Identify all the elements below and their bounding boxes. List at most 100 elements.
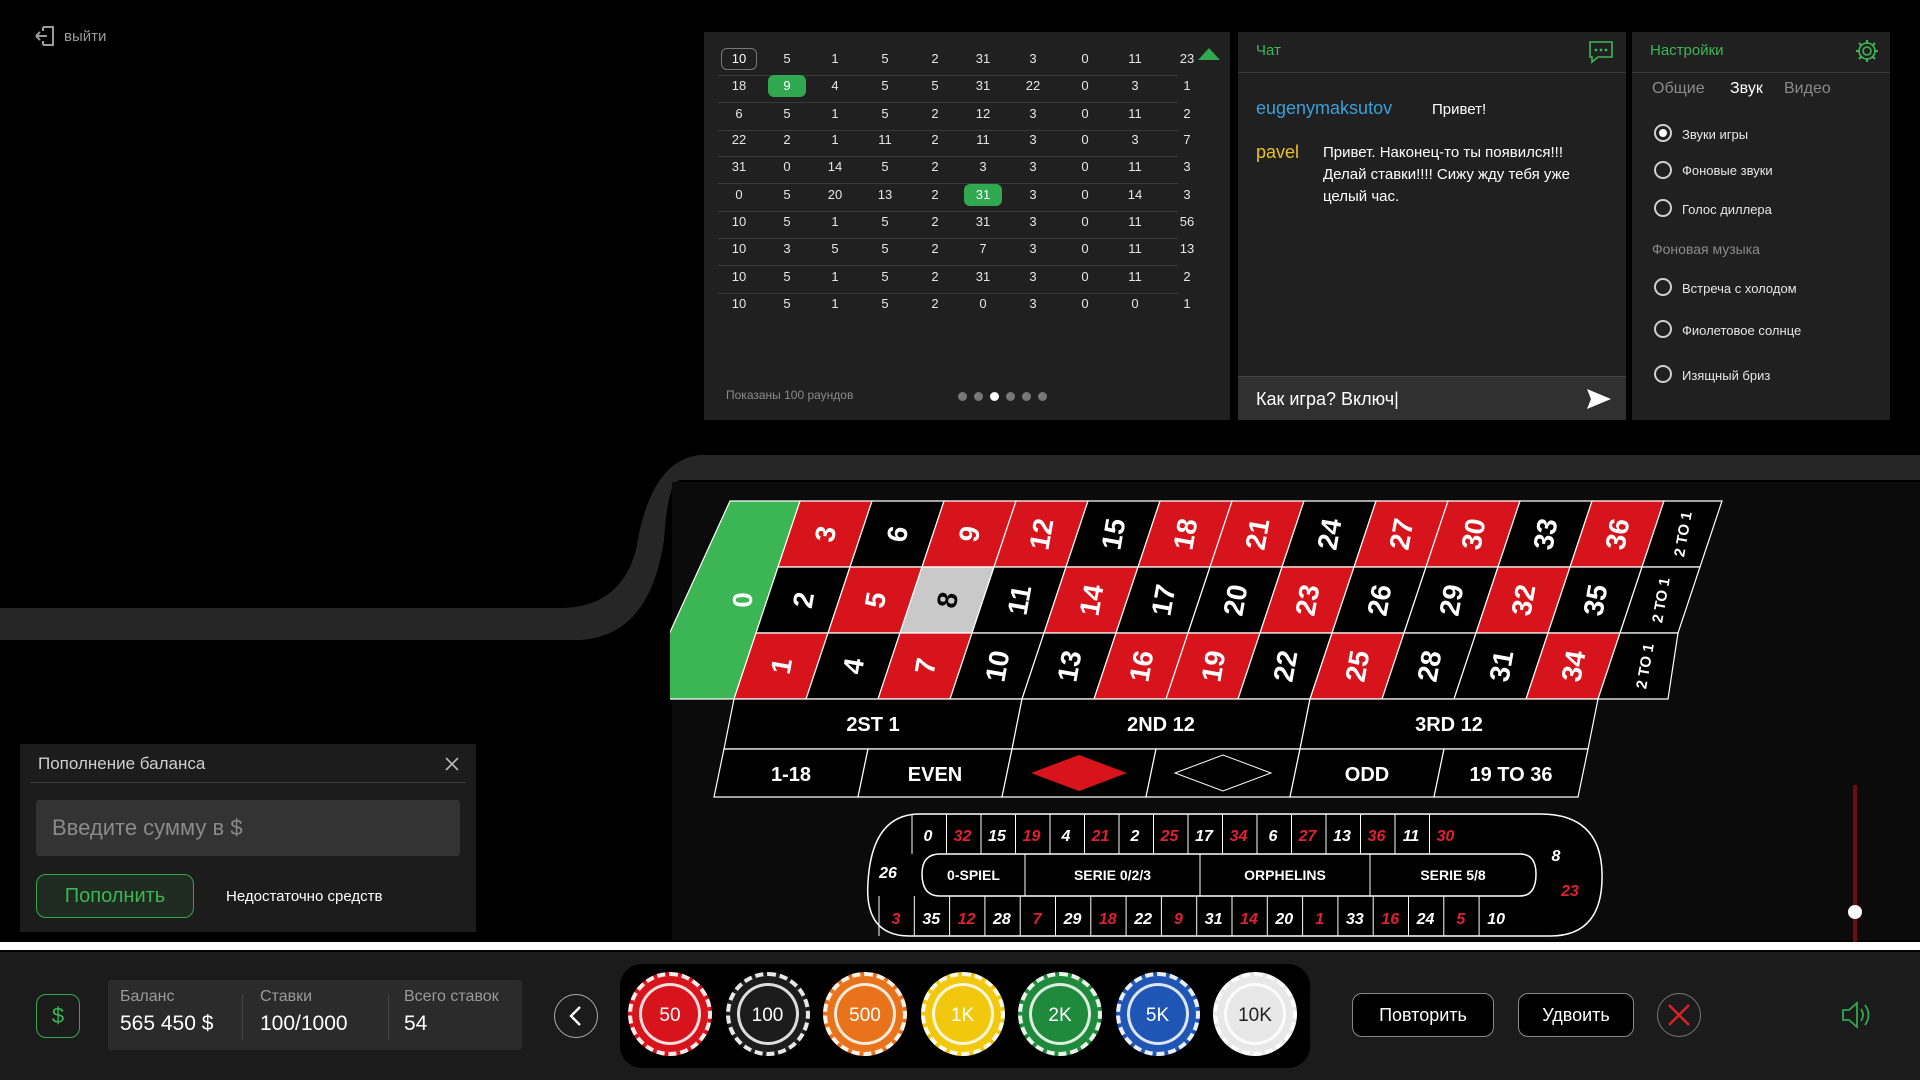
deposit-amount-input[interactable]: Введите сумму в $ [36,800,460,856]
tab-general[interactable]: Общие [1652,80,1705,98]
racetrack-sector[interactable]: SERIE 0/2/3 [1074,867,1151,883]
history-value: 22 [731,132,747,147]
chip[interactable]: 50 [628,972,712,1056]
history-value: 0 [1081,132,1089,147]
racetrack-number[interactable]: 33 [1346,911,1364,928]
racetrack-number[interactable]: 7 [1033,911,1043,928]
chip[interactable]: 500 [823,972,907,1056]
chip[interactable]: 10K [1213,972,1297,1056]
history-value: 2 [931,214,939,229]
page-dot[interactable] [974,392,983,401]
radio-label: Изящный бриз [1682,368,1771,383]
racetrack-number[interactable]: 30 [1437,828,1455,845]
gear-icon[interactable] [1854,38,1880,64]
racetrack-number[interactable]: 4 [1061,828,1071,845]
racetrack-number[interactable]: 13 [1333,828,1351,845]
racetrack-number[interactable]: 2 [1130,828,1140,845]
outside-bet-label: ODD [1345,764,1389,786]
radio-background-sounds[interactable] [1654,161,1672,179]
tab-sound[interactable]: Звук [1730,80,1763,98]
chip[interactable]: 5K [1115,972,1200,1056]
radio-music-2[interactable] [1654,320,1672,338]
volume-slider-track[interactable] [1853,785,1857,950]
racetrack-number[interactable]: 0 [924,828,933,845]
divider [388,994,389,1040]
number-label: 13 [1052,648,1088,684]
racetrack-number[interactable]: 28 [992,911,1011,928]
history-value: 1 [831,214,839,229]
tab-video[interactable]: Видео [1784,80,1831,98]
page-dot[interactable] [958,392,967,401]
racetrack-number[interactable]: 3 [892,911,901,928]
racetrack-number[interactable]: 27 [1298,828,1318,845]
collapse-up-icon[interactable] [1198,48,1220,60]
send-icon[interactable] [1586,387,1612,411]
radio-music-3[interactable] [1654,365,1672,383]
history-value: 11 [1128,241,1142,256]
page-dot[interactable] [1022,392,1031,401]
radio-label: Фоновые звуки [1682,163,1773,178]
number-label: 32 [1506,582,1542,618]
racetrack-number[interactable]: 36 [1368,828,1386,845]
racetrack-number[interactable]: 21 [1091,828,1110,845]
history-value: 2 [931,106,939,121]
history-value: 1 [831,132,839,147]
chat-bubble-icon[interactable] [1588,40,1614,64]
repeat-button[interactable]: Повторить [1352,993,1494,1037]
racetrack-number[interactable]: 16 [1381,911,1399,928]
racetrack-number[interactable]: 32 [954,828,972,845]
racetrack-number[interactable]: 26 [878,865,897,882]
racetrack-number[interactable]: 23 [1560,883,1579,900]
number-label: 14 [1074,582,1110,618]
exit-button[interactable]: выйти [34,24,106,48]
racetrack-number[interactable]: 17 [1195,828,1214,845]
page-dot[interactable] [990,392,999,401]
racetrack-number[interactable]: 19 [1023,828,1041,845]
racetrack-number[interactable]: 11 [1403,828,1420,845]
speaker-icon[interactable] [1840,998,1874,1032]
dollar-icon[interactable]: $ [36,994,80,1038]
chip[interactable]: 1K [920,972,1005,1056]
radio-music-1[interactable] [1654,278,1672,296]
racetrack-number[interactable]: 22 [1133,911,1152,928]
racetrack-sector[interactable]: SERIE 5/8 [1420,867,1486,883]
radio-label: Фиолетовое солнце [1682,323,1802,338]
history-value: 0 [1131,296,1139,311]
radio-dealer-voice[interactable] [1654,199,1672,217]
racetrack-number[interactable]: 31 [1205,911,1223,928]
racetrack-number[interactable]: 8 [1552,848,1561,865]
chat-input[interactable]: Как игра? Включ| [1238,376,1626,420]
double-button[interactable]: Удвоить [1518,993,1634,1037]
racetrack-number[interactable]: 34 [1230,828,1248,845]
history-value: 18 [731,78,747,93]
close-icon[interactable] [444,756,460,772]
racetrack-sector[interactable]: ORPHELINS [1244,867,1326,883]
deposit-button[interactable]: Пополнить [36,874,194,918]
racetrack-number[interactable]: 24 [1416,911,1435,928]
racetrack-number[interactable]: 6 [1269,828,1278,845]
racetrack-number[interactable]: 9 [1174,911,1183,928]
racetrack-number[interactable]: 29 [1063,911,1082,928]
clear-bets-button[interactable] [1657,993,1701,1037]
racetrack-number[interactable]: 5 [1456,911,1466,928]
page-dot[interactable] [1006,392,1015,401]
chip[interactable]: 100 [725,972,810,1056]
racetrack-number[interactable]: 14 [1240,911,1258,928]
racetrack-number[interactable]: 35 [922,911,941,928]
racetrack-number[interactable]: 15 [988,828,1007,845]
racetrack-number[interactable]: 25 [1160,828,1180,845]
history-value: 10 [721,48,757,70]
racetrack-number[interactable]: 10 [1487,911,1505,928]
volume-slider-handle[interactable] [1848,905,1862,919]
radio-game-sounds[interactable] [1654,124,1672,142]
racetrack-number[interactable]: 12 [958,911,976,928]
chip[interactable]: 2K [1018,972,1102,1056]
racetrack-number[interactable]: 1 [1315,911,1324,928]
racetrack-number[interactable]: 18 [1099,911,1117,928]
history-value: 0 [1081,214,1089,229]
racetrack-sector[interactable]: 0-SPIEL [947,867,1000,883]
chips-prev-button[interactable] [554,994,598,1038]
racetrack-number[interactable]: 20 [1274,911,1293,928]
outside-bet-cell[interactable] [1145,748,1301,798]
page-dot[interactable] [1038,392,1047,401]
